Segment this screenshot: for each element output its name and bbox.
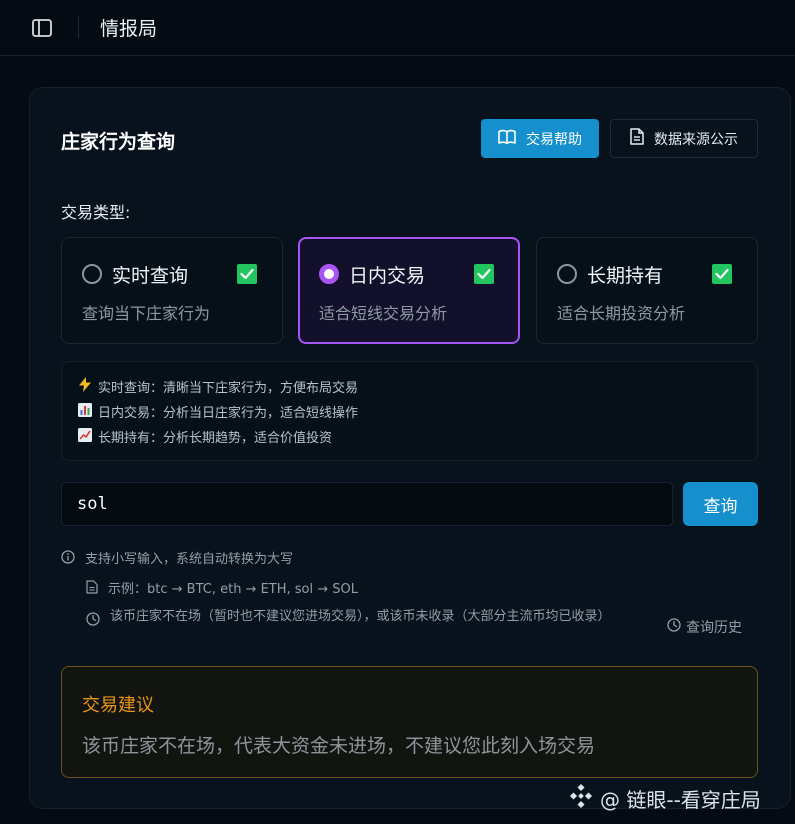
watermark-text: @ 链眼--看穿庄局	[600, 788, 761, 812]
topbar-divider	[78, 16, 79, 38]
advice-text: 该币庄家不在场，代表大资金未进场，不建议您此刻入场交易	[82, 735, 596, 757]
book-icon	[498, 129, 516, 149]
bar-chart-icon	[78, 402, 92, 421]
top-bar: 情报局	[0, 0, 795, 56]
info-text: 日内交易：分析当日庄家行为，适合短线操作	[98, 406, 359, 421]
trade-type-info-box: 实时查询：清晰当下庄家行为，方便布局交易 日内交易：分析当日庄家行为，适合短线操…	[61, 361, 758, 461]
info-text: 实时查询：清晰当下庄家行为，方便布局交易	[98, 381, 359, 396]
trend-chart-icon	[78, 427, 92, 446]
advice-title: 交易建议	[82, 695, 154, 716]
option-intraday[interactable]: 日内交易 适合短线交易分析	[298, 237, 520, 344]
lightning-icon	[78, 377, 92, 396]
example-hint: 示例：btc → BTC, eth → ETH, sol → SOL	[86, 578, 358, 598]
example-hint-text: 示例：btc → BTC, eth → ETH, sol → SOL	[108, 582, 359, 597]
query-button[interactable]: 查询	[683, 482, 758, 526]
radio-button[interactable]	[557, 264, 577, 284]
query-history-link[interactable]: 查询历史	[667, 617, 742, 637]
option-title: 实时查询	[112, 265, 189, 287]
app-title: 情报局	[100, 18, 158, 40]
option-title: 日内交易	[349, 265, 426, 287]
data-source-label: 数据来源公示	[654, 131, 738, 148]
query-card: 庄家行为查询 交易帮助 数据来源公示 交易类型: 实时查询 查询当下庄家行为 日…	[29, 87, 791, 809]
case-hint-text: 支持小写输入，系统自动转换为大写	[85, 552, 294, 567]
option-realtime[interactable]: 实时查询 查询当下庄家行为	[61, 237, 283, 344]
info-line-realtime: 实时查询：清晰当下庄家行为，方便布局交易	[78, 377, 358, 396]
checkbox-checked-icon[interactable]	[712, 264, 732, 284]
radio-button-selected[interactable]	[319, 264, 339, 284]
trade-type-label: 交易类型:	[61, 203, 131, 222]
coin-search-input[interactable]	[61, 482, 673, 526]
case-hint: 支持小写输入，系统自动转换为大写	[61, 548, 293, 568]
option-description: 查询当下庄家行为	[82, 304, 211, 323]
trade-advice-panel: 交易建议 该币庄家不在场，代表大资金未进场，不建议您此刻入场交易	[61, 666, 758, 778]
option-title: 长期持有	[587, 265, 664, 287]
info-line-intraday: 日内交易：分析当日庄家行为，适合短线操作	[78, 402, 358, 421]
info-line-longterm: 长期持有：分析长期趋势，适合价值投资	[78, 427, 332, 446]
diamond-logo-icon	[568, 783, 594, 814]
clock-icon	[86, 612, 100, 633]
option-description: 适合短线交易分析	[319, 304, 448, 323]
info-circle-icon	[61, 550, 75, 568]
status-hint: 该币庄家不在场（暂时也不建议您进场交易），或该币未收录（大部分主流币均已收录）	[86, 607, 656, 633]
checkbox-checked-icon[interactable]	[474, 264, 494, 284]
sidebar-toggle-icon[interactable]	[30, 16, 54, 40]
clock-icon	[667, 618, 681, 636]
option-longterm[interactable]: 长期持有 适合长期投资分析	[536, 237, 758, 344]
document-icon	[86, 580, 98, 598]
trade-help-button[interactable]: 交易帮助	[481, 119, 599, 158]
document-icon	[630, 128, 644, 149]
trade-help-label: 交易帮助	[526, 131, 582, 148]
card-title: 庄家行为查询	[61, 131, 176, 153]
status-hint-text: 该币庄家不在场（暂时也不建议您进场交易），或该币未收录（大部分主流币均已收录）	[110, 609, 611, 624]
radio-button[interactable]	[82, 264, 102, 284]
checkbox-checked-icon[interactable]	[237, 264, 257, 284]
option-description: 适合长期投资分析	[557, 304, 686, 323]
watermark: @ 链眼--看穿庄局	[568, 783, 761, 814]
data-source-button[interactable]: 数据来源公示	[610, 119, 758, 158]
info-text: 长期持有：分析长期趋势，适合价值投资	[98, 431, 333, 446]
query-history-label: 查询历史	[686, 620, 742, 636]
